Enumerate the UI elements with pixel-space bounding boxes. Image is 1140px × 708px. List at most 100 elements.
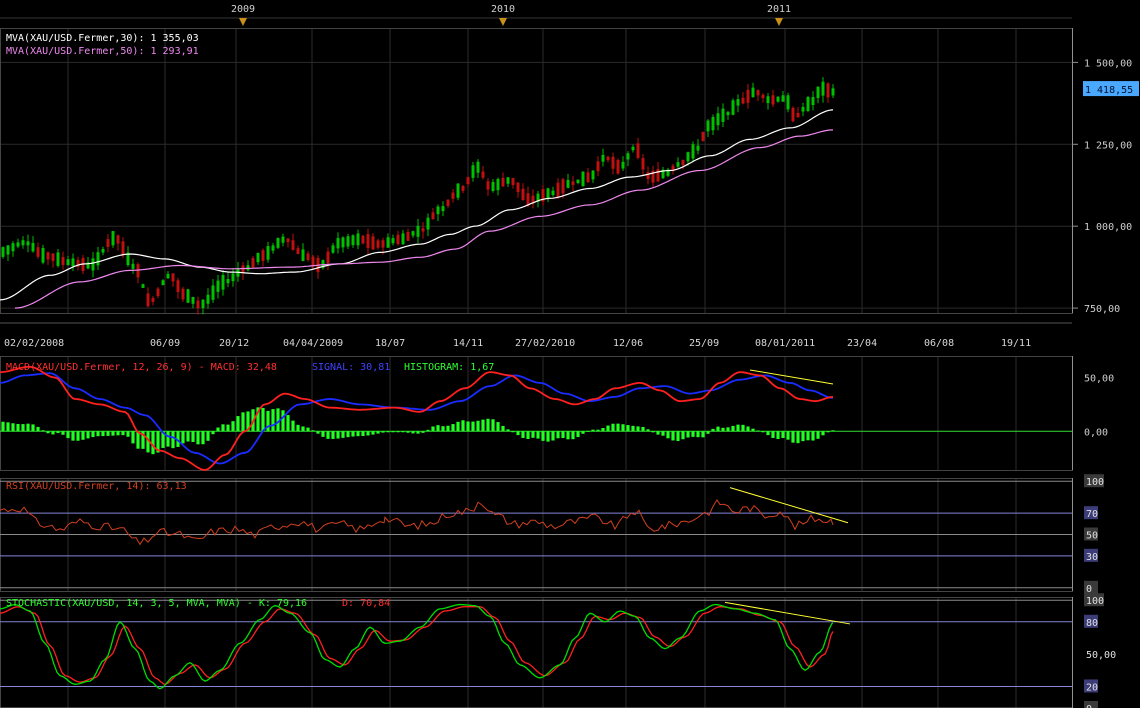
- macd-histogram-bar-3: [1, 421, 5, 432]
- price-candle-body-333: [331, 245, 335, 253]
- macd-histogram-bar-678: [676, 431, 680, 441]
- macd-histogram-bar-328: [326, 431, 330, 439]
- ma50-legend: MVA(XAU/USD.Fermer,50): 1 293,91: [6, 46, 199, 57]
- macd-histogram-bar-798: [796, 431, 800, 444]
- macd-histogram-bar-383: [381, 431, 385, 433]
- price-candle-body-228: [226, 279, 230, 284]
- macd-histogram-bar-8: [6, 422, 10, 432]
- macd-histogram-bar-543: [541, 431, 545, 441]
- macd-histogram-bar-438: [436, 425, 440, 432]
- macd-histogram-bar-213: [211, 431, 215, 435]
- macd-histogram-bar-83: [81, 431, 85, 440]
- price-candle-body-353: [351, 235, 355, 246]
- macd-histogram-bar-118: [116, 431, 120, 436]
- price-candle-body-378: [376, 240, 380, 248]
- macd-histogram-bar-18: [16, 423, 20, 432]
- macd-histogram-bar-128: [126, 431, 130, 437]
- macd-histogram-bar-443: [441, 426, 445, 432]
- macd-histogram-bar-323: [321, 431, 325, 437]
- macd-histogram-bar-463: [461, 420, 465, 432]
- price-candle-body-833: [831, 88, 835, 96]
- price-candle-body-43: [41, 248, 45, 263]
- macd-histogram-bar-108: [106, 431, 110, 436]
- macd-histogram-bar-558: [556, 431, 560, 439]
- macd-histogram-bar-393: [391, 431, 395, 433]
- price-candle-body-398: [396, 234, 400, 245]
- macd-histogram-bar-778: [776, 431, 780, 439]
- macd-histogram-bar-283: [281, 410, 285, 432]
- macd-histogram-bar-788: [786, 431, 790, 440]
- price-candle-body-233: [231, 273, 235, 282]
- price-candle-body-773: [771, 95, 775, 105]
- macd-histogram-bar-713: [711, 428, 715, 432]
- price-candle-body-583: [581, 171, 585, 187]
- price-candle-body-338: [336, 238, 340, 249]
- macd-histogram-bar-28: [26, 423, 30, 432]
- macd-histogram-bar-388: [386, 431, 390, 433]
- macd-histogram-bar-693: [691, 431, 695, 437]
- x-tick-label-5: 14/11: [453, 338, 483, 349]
- macd-histogram-bar-573: [571, 431, 575, 440]
- macd-histogram-bar-358: [356, 431, 360, 437]
- price-y-tick-label-0: 1 500,00: [1084, 58, 1132, 69]
- price-candle-body-808: [806, 97, 810, 111]
- price-candle-body-348: [346, 236, 350, 247]
- macd-histogram-bar-53: [51, 431, 55, 435]
- price-candle-body-63: [61, 257, 65, 265]
- price-candle-body-743: [741, 97, 745, 104]
- price-candle-body-573: [571, 181, 575, 185]
- macd-histogram-label: HISTOGRAM: 1,67: [404, 362, 494, 373]
- trading-chart[interactable]: 1 500,00 1 250,00 1 000,00 750,00 2009 2010 20…: [0, 0, 1140, 708]
- price-candle-body-803: [801, 106, 805, 112]
- macd-histogram-bar-278: [276, 408, 280, 432]
- price-candle-body-758: [756, 90, 760, 96]
- price-candle-body-33: [31, 242, 35, 252]
- price-candle-body-413: [411, 231, 415, 236]
- price-candle-body-588: [586, 172, 590, 183]
- macd-histogram-bar-478: [476, 420, 480, 432]
- macd-histogram-bar-808: [806, 431, 810, 441]
- price-candle-body-123: [121, 241, 125, 255]
- macd-histogram-bar-168: [166, 431, 170, 447]
- price-candle-body-433: [431, 212, 435, 220]
- price-candle-body-828: [826, 83, 830, 98]
- macd-histogram-bar-218: [216, 427, 220, 432]
- price-candle-body-363: [361, 235, 365, 244]
- macd-histogram-bar-13: [11, 423, 15, 432]
- macd-histogram-bar-698: [696, 431, 700, 438]
- macd-histogram-bar-773: [771, 431, 775, 438]
- price-candle-body-28: [26, 241, 30, 246]
- price-candle-body-448: [446, 199, 450, 206]
- macd-histogram-bar-743: [741, 424, 745, 432]
- macd-y-tick-label-0: 50,00: [1084, 374, 1114, 385]
- macd-histogram-bar-93: [91, 431, 95, 438]
- macd-histogram-bar-758: [756, 430, 760, 432]
- macd-histogram-bar-68: [66, 431, 70, 439]
- macd-histogram-bar-663: [661, 431, 665, 436]
- macd-histogram-bar-563: [561, 431, 565, 439]
- macd-histogram-bar-243: [241, 412, 245, 432]
- price-candle-body-783: [781, 95, 785, 102]
- price-candle-body-13: [11, 243, 15, 252]
- ma30-legend: MVA(XAU/USD.Fermer,30): 1 355,03: [6, 33, 199, 44]
- rsi-y-tick-label-1: 70: [1086, 509, 1098, 520]
- macd-histogram-bar-288: [286, 415, 290, 432]
- macd-histogram-bar-513: [511, 431, 515, 433]
- macd-histogram-bar-633: [631, 425, 635, 432]
- macd-y-tick-label-1: 0,00: [1084, 427, 1108, 438]
- macd-histogram-bar-353: [351, 431, 355, 437]
- price-candle-body-183: [181, 288, 185, 300]
- macd-histogram-bar-308: [306, 427, 310, 432]
- macd-histogram-bar-813: [811, 431, 815, 441]
- price-y-tick-label-3: 750,00: [1084, 304, 1120, 315]
- price-candle-body-558: [556, 182, 560, 198]
- price-candle-body-658: [656, 169, 660, 182]
- macd-histogram-bar-668: [666, 431, 670, 439]
- price-candle-body-483: [481, 171, 485, 178]
- macd-histogram-bar-408: [406, 431, 410, 433]
- price-candle-body-613: [611, 156, 615, 169]
- price-candle-body-423: [421, 228, 425, 232]
- macd-histogram-bar-198: [196, 431, 200, 445]
- price-candle-body-218: [216, 280, 220, 292]
- price-candle-body-53: [51, 253, 55, 261]
